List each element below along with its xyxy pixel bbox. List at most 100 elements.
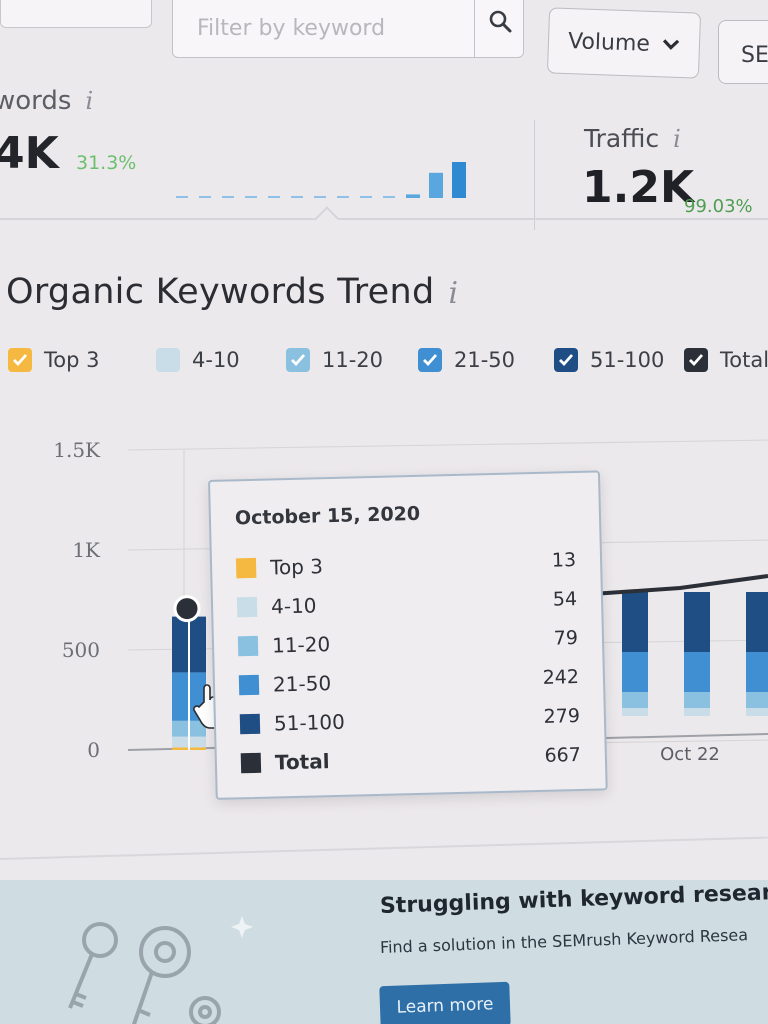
tooltip-swatch <box>240 752 262 774</box>
checkbox-checked-icon[interactable] <box>286 348 310 372</box>
tooltip-label: 51-100 <box>273 709 346 736</box>
legend-item-51-100[interactable]: 51-100 <box>554 348 664 372</box>
sparkline-bar <box>245 196 257 198</box>
learn-more-button[interactable]: Learn more <box>379 981 511 1024</box>
checkbox-checked-icon[interactable] <box>684 348 708 372</box>
sparkline-bar <box>291 196 303 198</box>
x-tick-label: Oct 22 <box>660 744 720 765</box>
tooltip-value: 279 <box>543 704 581 728</box>
legend-item-4-10[interactable]: 4-10 <box>156 348 240 372</box>
sparkline-bar <box>429 172 443 198</box>
page-divider <box>0 836 768 860</box>
tooltip-swatch <box>238 674 260 696</box>
sparkline-bar <box>222 196 234 198</box>
tooltip-row: 11-20 79 <box>237 623 579 661</box>
banner-text: Find a solution in the SEMrush Keyword R… <box>379 925 749 957</box>
tooltip-row: Top 3 13 <box>235 545 577 583</box>
sem-label: SE <box>741 43 768 68</box>
partial-button[interactable] <box>0 0 152 28</box>
stacked-bar-segment <box>622 708 648 716</box>
section-title: Organic Keywords Trend i <box>6 272 459 312</box>
stacked-bar-segment <box>746 692 768 708</box>
metrics-divider <box>534 120 535 230</box>
y-tick-label: 0 <box>87 738 100 762</box>
legend-item-total[interactable]: Total <box>684 348 768 372</box>
volume-label: Volume <box>567 28 651 57</box>
traffic-metric-change: 99.03% <box>684 196 753 217</box>
keywords-metric-value: 4K <box>0 128 59 179</box>
chevron-down-icon <box>662 39 680 50</box>
info-icon[interactable]: i <box>673 125 681 153</box>
stacked-bar-segment <box>746 652 768 692</box>
total-point-marker <box>173 595 201 623</box>
tooltip-row: 4-10 54 <box>236 584 578 622</box>
tooltip-label: 11-20 <box>271 632 331 658</box>
traffic-metric-label: Traffic i <box>584 124 681 153</box>
stacked-bar-segment <box>622 692 648 708</box>
tooltip-label: Total <box>274 749 330 775</box>
tooltip-date: October 15, 2020 <box>234 502 421 530</box>
checkbox-checked-icon[interactable] <box>554 348 578 372</box>
checkbox-checked-icon[interactable] <box>418 348 442 372</box>
sparkline-bar <box>199 196 211 198</box>
chart-legend: Top 3 4-10 11-20 21-50 51-100 Total <box>8 348 768 388</box>
section-divider <box>0 218 768 220</box>
stacked-bar-segment <box>684 592 710 652</box>
stacked-bar-segment <box>746 708 768 716</box>
total-series-line <box>591 574 768 596</box>
legend-label: 11-20 <box>322 348 384 372</box>
keyword-filter-input[interactable] <box>172 0 524 58</box>
sparkline-bar <box>337 196 349 198</box>
legend-label: 21-50 <box>454 348 516 372</box>
sparkline-bar <box>176 196 188 198</box>
tooltip-value: 242 <box>542 665 580 689</box>
tooltip-value: 54 <box>552 588 578 611</box>
tooltip-swatch <box>236 596 258 618</box>
legend-item-11-20[interactable]: 11-20 <box>286 348 383 372</box>
tooltip-label: 4-10 <box>270 593 317 619</box>
banner-title: Struggling with keyword researc <box>379 879 768 919</box>
tooltip-row: 21-50 242 <box>238 662 580 700</box>
legend-label: 51-100 <box>590 348 665 372</box>
search-button[interactable] <box>474 0 526 58</box>
info-icon[interactable]: i <box>449 276 459 311</box>
chart-tooltip: October 15, 2020 Top 3 13 4-10 54 11-20 79 21-… <box>208 470 608 800</box>
checkbox-checked-icon[interactable] <box>8 348 32 372</box>
tooltip-label: Top 3 <box>269 554 324 580</box>
keywords-metric-change: 31.3% <box>76 152 137 174</box>
stacked-bar-segment <box>684 692 710 708</box>
tooltip-value: 667 <box>544 743 582 767</box>
tooltip-row: 51-100 279 <box>239 701 581 739</box>
y-tick-label: 1.5K <box>53 438 101 462</box>
tooltip-swatch <box>239 713 261 735</box>
traffic-metric-value: 1.2K <box>582 162 695 213</box>
keywords-metric-label: words i <box>0 86 94 116</box>
volume-dropdown[interactable]: Volume <box>546 7 702 79</box>
sem-button[interactable]: SE <box>718 20 768 84</box>
stacked-bar-segment <box>684 652 710 692</box>
sparkline-bar <box>383 196 395 198</box>
y-tick-label: 1K <box>72 538 101 562</box>
keys-illustration-icon <box>68 916 253 1024</box>
legend-label: 4-10 <box>192 348 240 372</box>
info-icon[interactable]: i <box>85 87 93 115</box>
tooltip-swatch <box>237 635 259 657</box>
sparkline-bar <box>314 196 326 198</box>
sparkline-bar <box>268 196 280 198</box>
metrics-panel: words i 4K 31.3% Traffic i 1.2K 99.03% <box>0 80 768 230</box>
sparkline-bar <box>452 162 466 198</box>
stacked-bar-segment <box>684 708 710 716</box>
tooltip-row: Total 667 <box>240 740 582 778</box>
stacked-bar-segment <box>746 592 768 652</box>
promo-banner: Struggling with keyword researc Find a s… <box>0 880 768 1024</box>
checkbox-unchecked-icon[interactable] <box>156 348 180 372</box>
toolbar: Volume SE <box>0 0 768 90</box>
y-tick-label: 500 <box>62 638 100 662</box>
legend-item-21-50[interactable]: 21-50 <box>418 348 515 372</box>
legend-label: Total <box>720 348 768 372</box>
grid-line <box>127 439 768 451</box>
tooltip-value: 79 <box>553 627 579 650</box>
tooltip-swatch <box>235 557 257 579</box>
tooltip-value: 13 <box>551 549 577 572</box>
legend-item-top-3[interactable]: Top 3 <box>8 348 99 372</box>
